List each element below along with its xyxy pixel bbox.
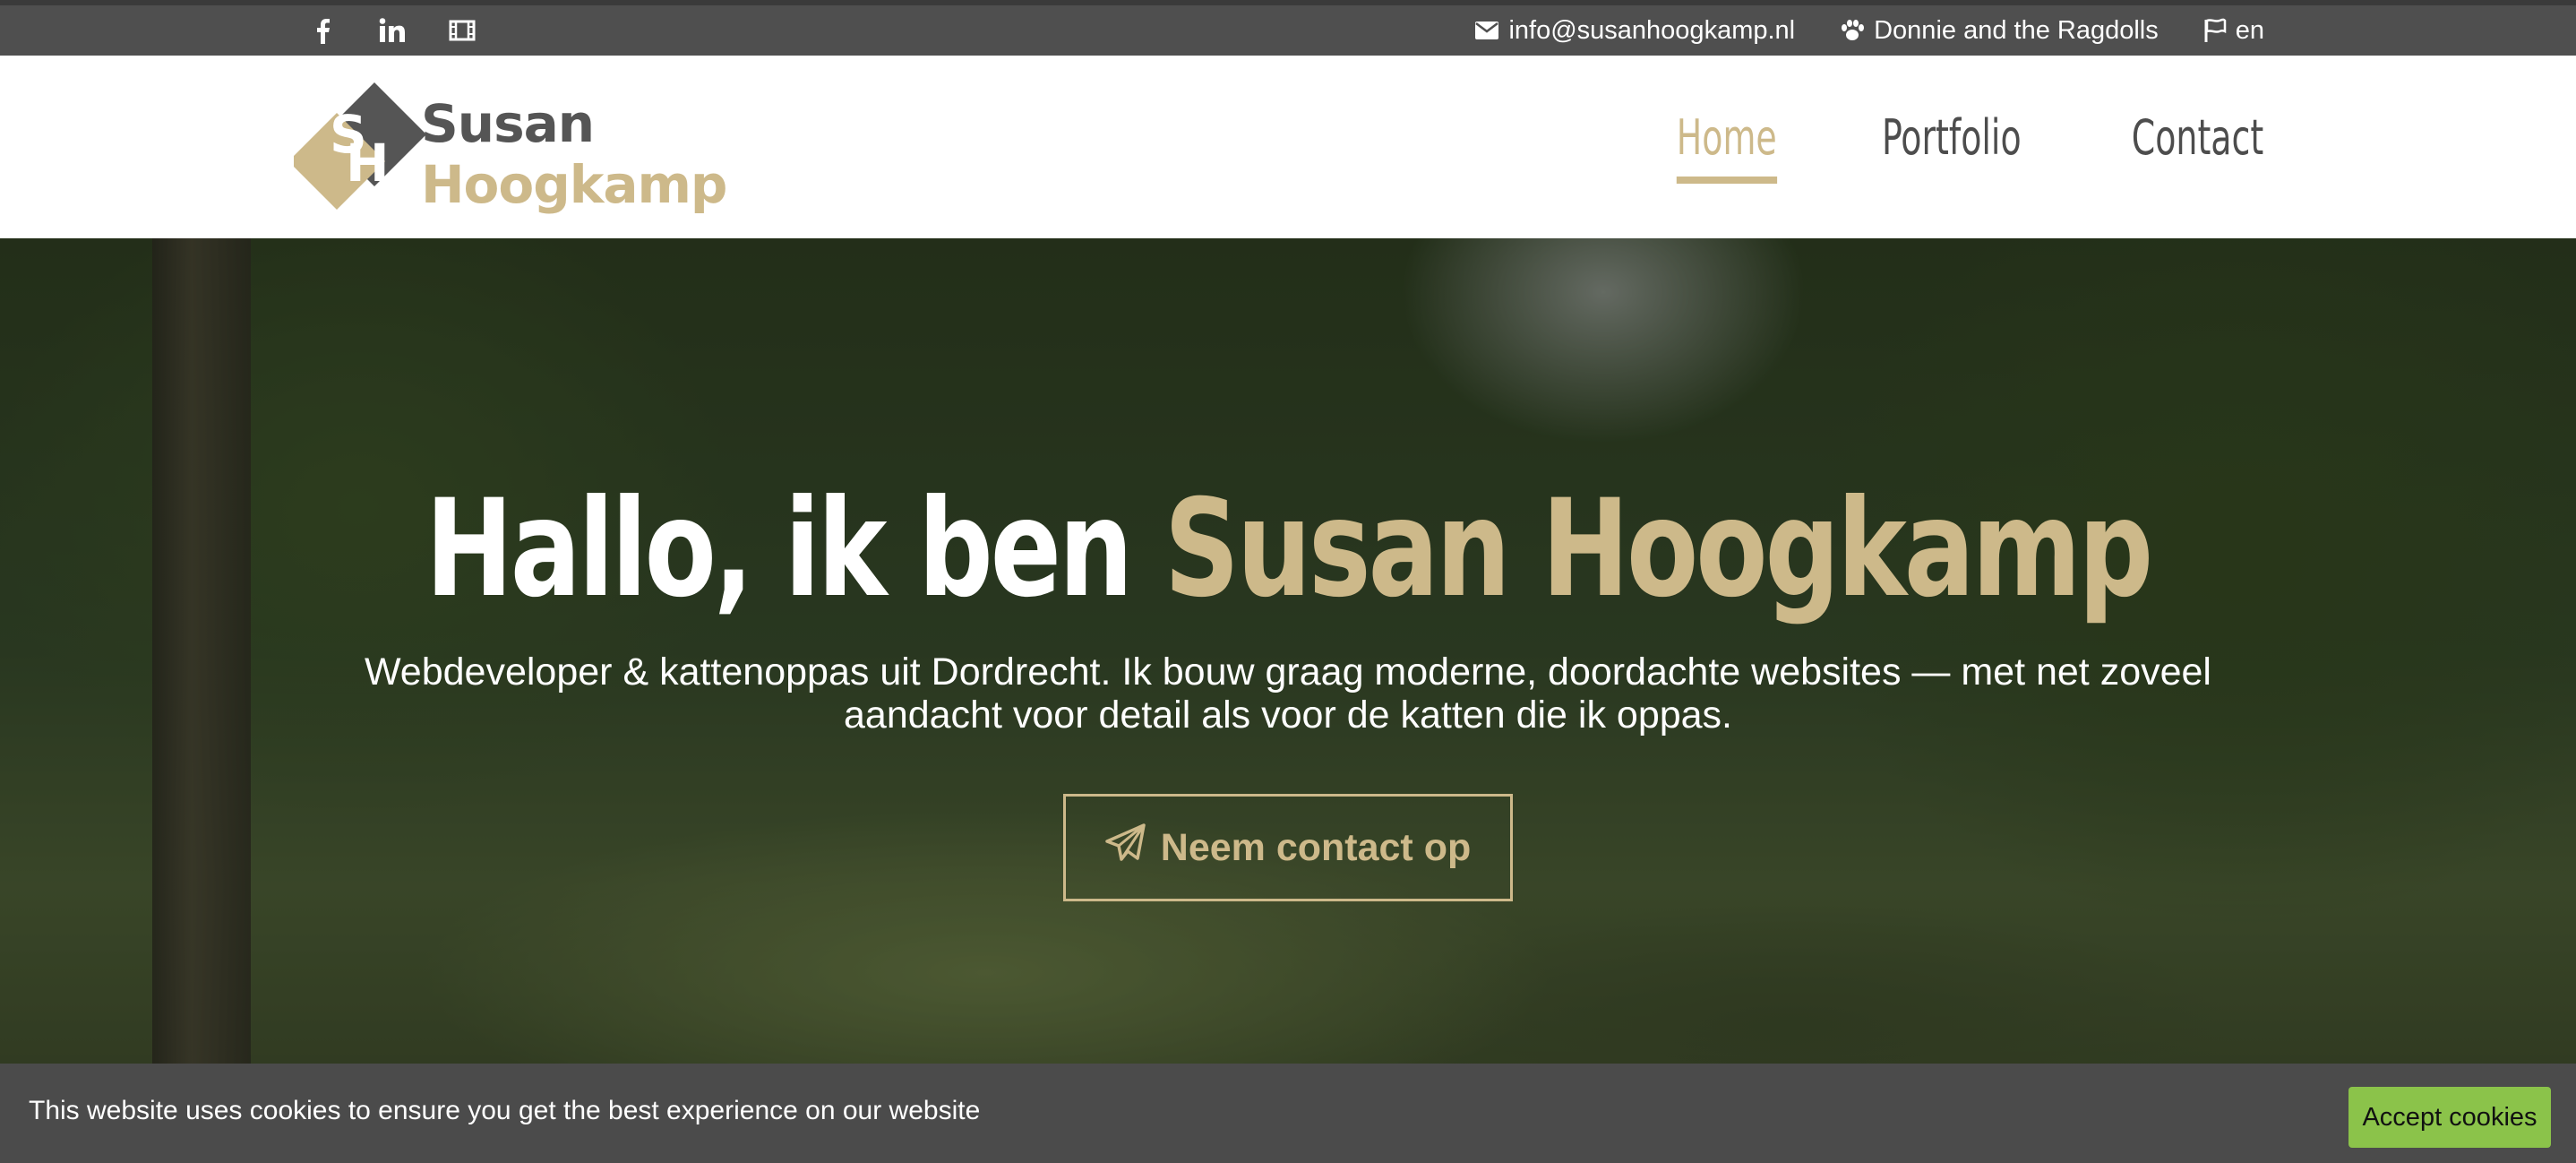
hero-subtitle: Webdeveloper & kattenoppas uit Dordrecht… xyxy=(365,650,2211,737)
logo-first-name: Susan xyxy=(421,93,595,154)
top-bar: info@susanhoogkamp.nl Donnie and the Rag… xyxy=(0,0,2576,56)
paper-plane-icon xyxy=(1105,823,1146,873)
cats-link[interactable]: Donnie and the Ragdolls xyxy=(1840,16,2159,46)
email-link[interactable]: info@susanhoogkamp.nl xyxy=(1474,16,1795,46)
accept-cookies-button[interactable]: Accept cookies xyxy=(2348,1087,2551,1148)
film-icon[interactable] xyxy=(446,14,478,47)
cookie-message: This website uses cookies to ensure you … xyxy=(29,1096,981,1125)
hero-title-name: Susan Hoogkamp xyxy=(1163,471,2153,627)
hero-section: Hallo, ik ben Susan Hoogkamp Webdevelope… xyxy=(0,238,2576,1163)
contact-button-label: Neem contact op xyxy=(1160,825,1472,869)
facebook-icon[interactable] xyxy=(306,14,339,47)
logo-last-name: Hoogkamp xyxy=(421,154,727,215)
logo-mark: S H xyxy=(294,82,426,210)
language-label: en xyxy=(2235,15,2264,45)
main-nav: Home Portfolio Contact xyxy=(1662,109,2282,184)
cats-link-text: Donnie and the Ragdolls xyxy=(1874,15,2159,45)
site-header: S H Susan Hoogkamp Home Portfolio Contac… xyxy=(0,56,2576,238)
hero-title-prefix: Hallo, ik ben xyxy=(425,471,1164,627)
paw-icon xyxy=(1840,19,1865,42)
top-bar-links: info@susanhoogkamp.nl Donnie and the Rag… xyxy=(1474,5,2264,56)
linkedin-icon[interactable] xyxy=(376,14,408,47)
contact-button[interactable]: Neem contact op xyxy=(1063,794,1513,901)
svg-text:H: H xyxy=(346,133,390,194)
envelope-icon xyxy=(1474,21,1499,40)
nav-contact[interactable]: Contact xyxy=(2132,109,2263,184)
site-logo[interactable]: S H Susan Hoogkamp xyxy=(294,81,727,215)
email-text: info@susanhoogkamp.nl xyxy=(1508,15,1796,45)
hero-title: Hallo, ik ben Susan Hoogkamp xyxy=(283,471,2292,627)
nav-portfolio[interactable]: Portfolio xyxy=(1882,109,2022,184)
nav-home[interactable]: Home xyxy=(1676,109,1777,184)
flag-icon xyxy=(2203,18,2227,43)
cookie-bar: This website uses cookies to ensure you … xyxy=(0,1064,2576,1163)
language-switch[interactable]: en xyxy=(2203,16,2264,46)
social-links xyxy=(306,5,478,56)
